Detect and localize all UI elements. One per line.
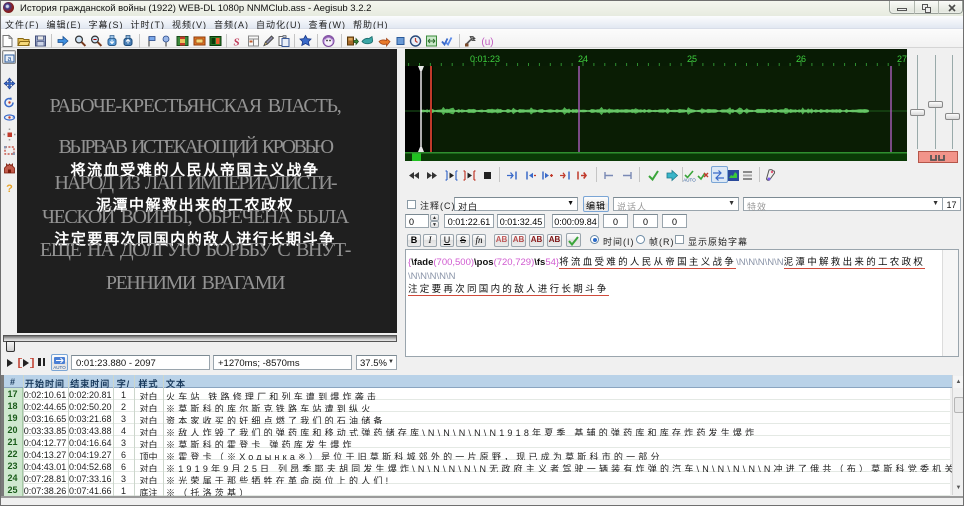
svg-text:(u): (u)	[481, 37, 493, 48]
svg-text:0:01:23: 0:01:23	[470, 54, 500, 64]
svg-text:24: 24	[578, 54, 588, 64]
svg-text:27: 27	[897, 54, 907, 64]
svg-text:S: S	[233, 37, 239, 49]
svg-text:AUTO: AUTO	[683, 178, 696, 183]
svg-text:26: 26	[796, 54, 806, 64]
svg-text:25: 25	[687, 54, 697, 64]
svg-text:?: ?	[6, 183, 13, 194]
svg-text:AUTO: AUTO	[53, 365, 66, 370]
svg-text:a: a	[7, 56, 11, 63]
